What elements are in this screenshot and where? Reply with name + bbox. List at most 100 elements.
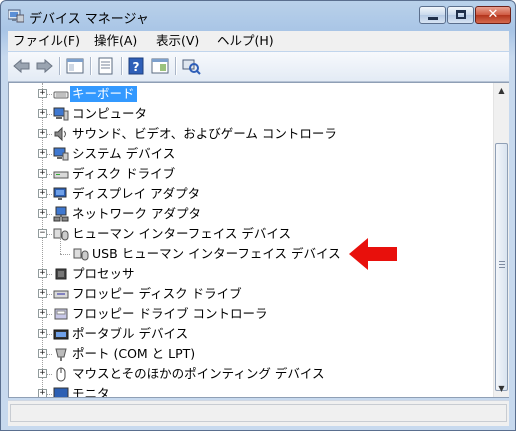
- tree-item-label[interactable]: ヒューマン インターフェイス デバイス: [70, 226, 293, 242]
- floppy-drive-icon: [53, 286, 69, 302]
- floppy-controller-icon: [53, 306, 69, 322]
- tree-item-label[interactable]: マウスとそのほかのポインティング デバイス: [70, 366, 326, 382]
- scroll-down-arrow-icon[interactable]: ▼: [494, 381, 509, 396]
- window-title: デバイス マネージャ: [29, 12, 149, 27]
- tree-category-item[interactable]: + サウンド、ビデオ、およびゲーム コントローラ: [9, 124, 493, 144]
- tree-category-item[interactable]: + ネットワーク アダプタ: [9, 204, 493, 224]
- disk-drive-icon: [53, 166, 69, 182]
- toolbar: ?: [8, 52, 509, 82]
- network-adapter-icon: [53, 206, 69, 222]
- tree-connector-line: [47, 134, 52, 136]
- tree-category-item[interactable]: + システム デバイス: [9, 144, 493, 164]
- tree-category-item[interactable]: + フロッピー ドライブ コントローラ: [9, 304, 493, 324]
- back-icon[interactable]: [12, 57, 32, 75]
- tree-item-label[interactable]: フロッピー ドライブ コントローラ: [70, 306, 269, 322]
- tree-item-label[interactable]: モニタ: [70, 386, 112, 397]
- tree-item-label[interactable]: ディスプレイ アダプタ: [70, 186, 202, 202]
- tree-category-item[interactable]: + ポート (COM と LPT): [9, 344, 493, 364]
- portable-device-icon: [53, 326, 69, 342]
- tree-connector-line: [47, 374, 52, 376]
- tree-category-item[interactable]: − ヒューマン インターフェイス デバイス: [9, 224, 493, 244]
- tree-connector-line: [47, 154, 52, 156]
- tree-item-label[interactable]: フロッピー ディスク ドライブ: [70, 286, 244, 302]
- tree-item-label[interactable]: ディスク ドライブ: [70, 166, 177, 182]
- tree-item-label[interactable]: システム デバイス: [70, 146, 177, 162]
- tree-category-item[interactable]: + コンピュータ: [9, 104, 493, 124]
- expand-icon[interactable]: +: [38, 349, 47, 358]
- menu-file[interactable]: ファイル(F): [13, 33, 80, 49]
- tree-item-label[interactable]: キーボード: [70, 86, 137, 102]
- expand-icon[interactable]: +: [38, 369, 47, 378]
- tree-item-label[interactable]: ポート (COM と LPT): [70, 346, 197, 362]
- device-tree[interactable]: + キーボード + コンピュータ + サウンド、ビデオ、およびゲーム コントローラ + システ…: [8, 82, 509, 398]
- thumb-grip-line: [499, 267, 505, 268]
- expand-icon[interactable]: +: [38, 149, 47, 158]
- tree-category-item[interactable]: + ポータブル デバイス: [9, 324, 493, 344]
- minimize-button[interactable]: [419, 6, 446, 24]
- scrollbar-thumb[interactable]: [495, 143, 508, 391]
- mouse-icon: [53, 366, 69, 382]
- tree-item-label[interactable]: ネットワーク アダプタ: [70, 206, 203, 222]
- menu-view[interactable]: 表示(V): [156, 33, 199, 49]
- expand-icon[interactable]: +: [38, 89, 47, 98]
- maximize-button[interactable]: [447, 6, 474, 24]
- device-manager-window: デバイス マネージャ ✕ ファイル(F) 操作(A) 表示(V) ヘルプ(H): [0, 0, 516, 431]
- vertical-scrollbar[interactable]: ▲ ▼: [493, 83, 509, 397]
- tree-item-label[interactable]: サウンド、ビデオ、およびゲーム コントローラ: [70, 126, 339, 142]
- expand-icon[interactable]: +: [38, 329, 47, 338]
- expand-icon[interactable]: +: [38, 109, 47, 118]
- tree-category-item[interactable]: + ディスク ドライブ: [9, 164, 493, 184]
- expand-icon[interactable]: +: [38, 389, 47, 397]
- close-button[interactable]: ✕: [475, 6, 511, 24]
- tree-category-item[interactable]: + プロセッサ: [9, 264, 493, 284]
- tree-item-label[interactable]: プロセッサ: [70, 266, 137, 282]
- expand-icon[interactable]: +: [38, 269, 47, 278]
- tree-connector-line: [47, 234, 52, 236]
- menu-help[interactable]: ヘルプ(H): [217, 33, 274, 49]
- toolbar-separator: [175, 57, 177, 75]
- expand-icon[interactable]: +: [38, 129, 47, 138]
- tree-item-label[interactable]: ポータブル デバイス: [70, 326, 190, 342]
- tree-category-item[interactable]: + キーボード: [9, 84, 493, 104]
- thumb-grip-line: [499, 264, 505, 265]
- expand-icon[interactable]: +: [38, 209, 47, 218]
- svg-text:?: ?: [133, 60, 140, 74]
- tree-category-item[interactable]: + モニタ: [9, 384, 493, 397]
- expand-icon[interactable]: +: [38, 309, 47, 318]
- computer-icon: [53, 106, 69, 122]
- tree-connector-line: [47, 294, 52, 296]
- forward-icon[interactable]: [34, 57, 54, 75]
- tree-connector-line: [47, 174, 52, 176]
- tree-connector-line: [47, 94, 52, 96]
- show-hide-tree-icon[interactable]: [65, 57, 85, 75]
- thumb-grip-line: [499, 261, 505, 262]
- device-manager-app-icon: [7, 8, 25, 23]
- menu-action[interactable]: 操作(A): [94, 33, 137, 49]
- tree-item-label[interactable]: USB ヒューマン インターフェイス デバイス: [90, 246, 343, 262]
- scroll-up-arrow-icon[interactable]: ▲: [494, 83, 509, 98]
- port-icon: [53, 346, 69, 362]
- menu-bar: ファイル(F) 操作(A) 表示(V) ヘルプ(H): [8, 31, 509, 51]
- help-icon[interactable]: ?: [127, 57, 147, 75]
- tree-child-item[interactable]: USB ヒューマン インターフェイス デバイス: [9, 234, 493, 264]
- expand-icon[interactable]: +: [38, 289, 47, 298]
- collapse-icon[interactable]: −: [38, 229, 47, 238]
- refresh-view-icon[interactable]: [150, 57, 170, 75]
- tree-category-item[interactable]: + ディスプレイ アダプタ: [9, 184, 493, 204]
- tree-category-item[interactable]: + フロッピー ディスク ドライブ: [9, 284, 493, 304]
- properties-icon[interactable]: [96, 57, 116, 75]
- expand-icon[interactable]: +: [38, 189, 47, 198]
- close-icon: ✕: [487, 7, 499, 22]
- scan-hardware-icon[interactable]: [181, 57, 201, 75]
- tree-connector-line: [47, 334, 52, 336]
- hid-device-icon: [73, 246, 89, 262]
- tree-connector-line: [47, 274, 52, 276]
- processor-icon: [53, 266, 69, 282]
- expand-icon[interactable]: +: [38, 169, 47, 178]
- tree-item-label[interactable]: コンピュータ: [70, 106, 149, 122]
- tree-category-item[interactable]: + マウスとそのほかのポインティング デバイス: [9, 364, 493, 384]
- red-pointer-arrow-icon: [349, 238, 397, 270]
- tree-connector-line: [47, 394, 52, 396]
- title-bar[interactable]: デバイス マネージャ ✕: [1, 1, 515, 31]
- tree-connector-line: [60, 234, 62, 254]
